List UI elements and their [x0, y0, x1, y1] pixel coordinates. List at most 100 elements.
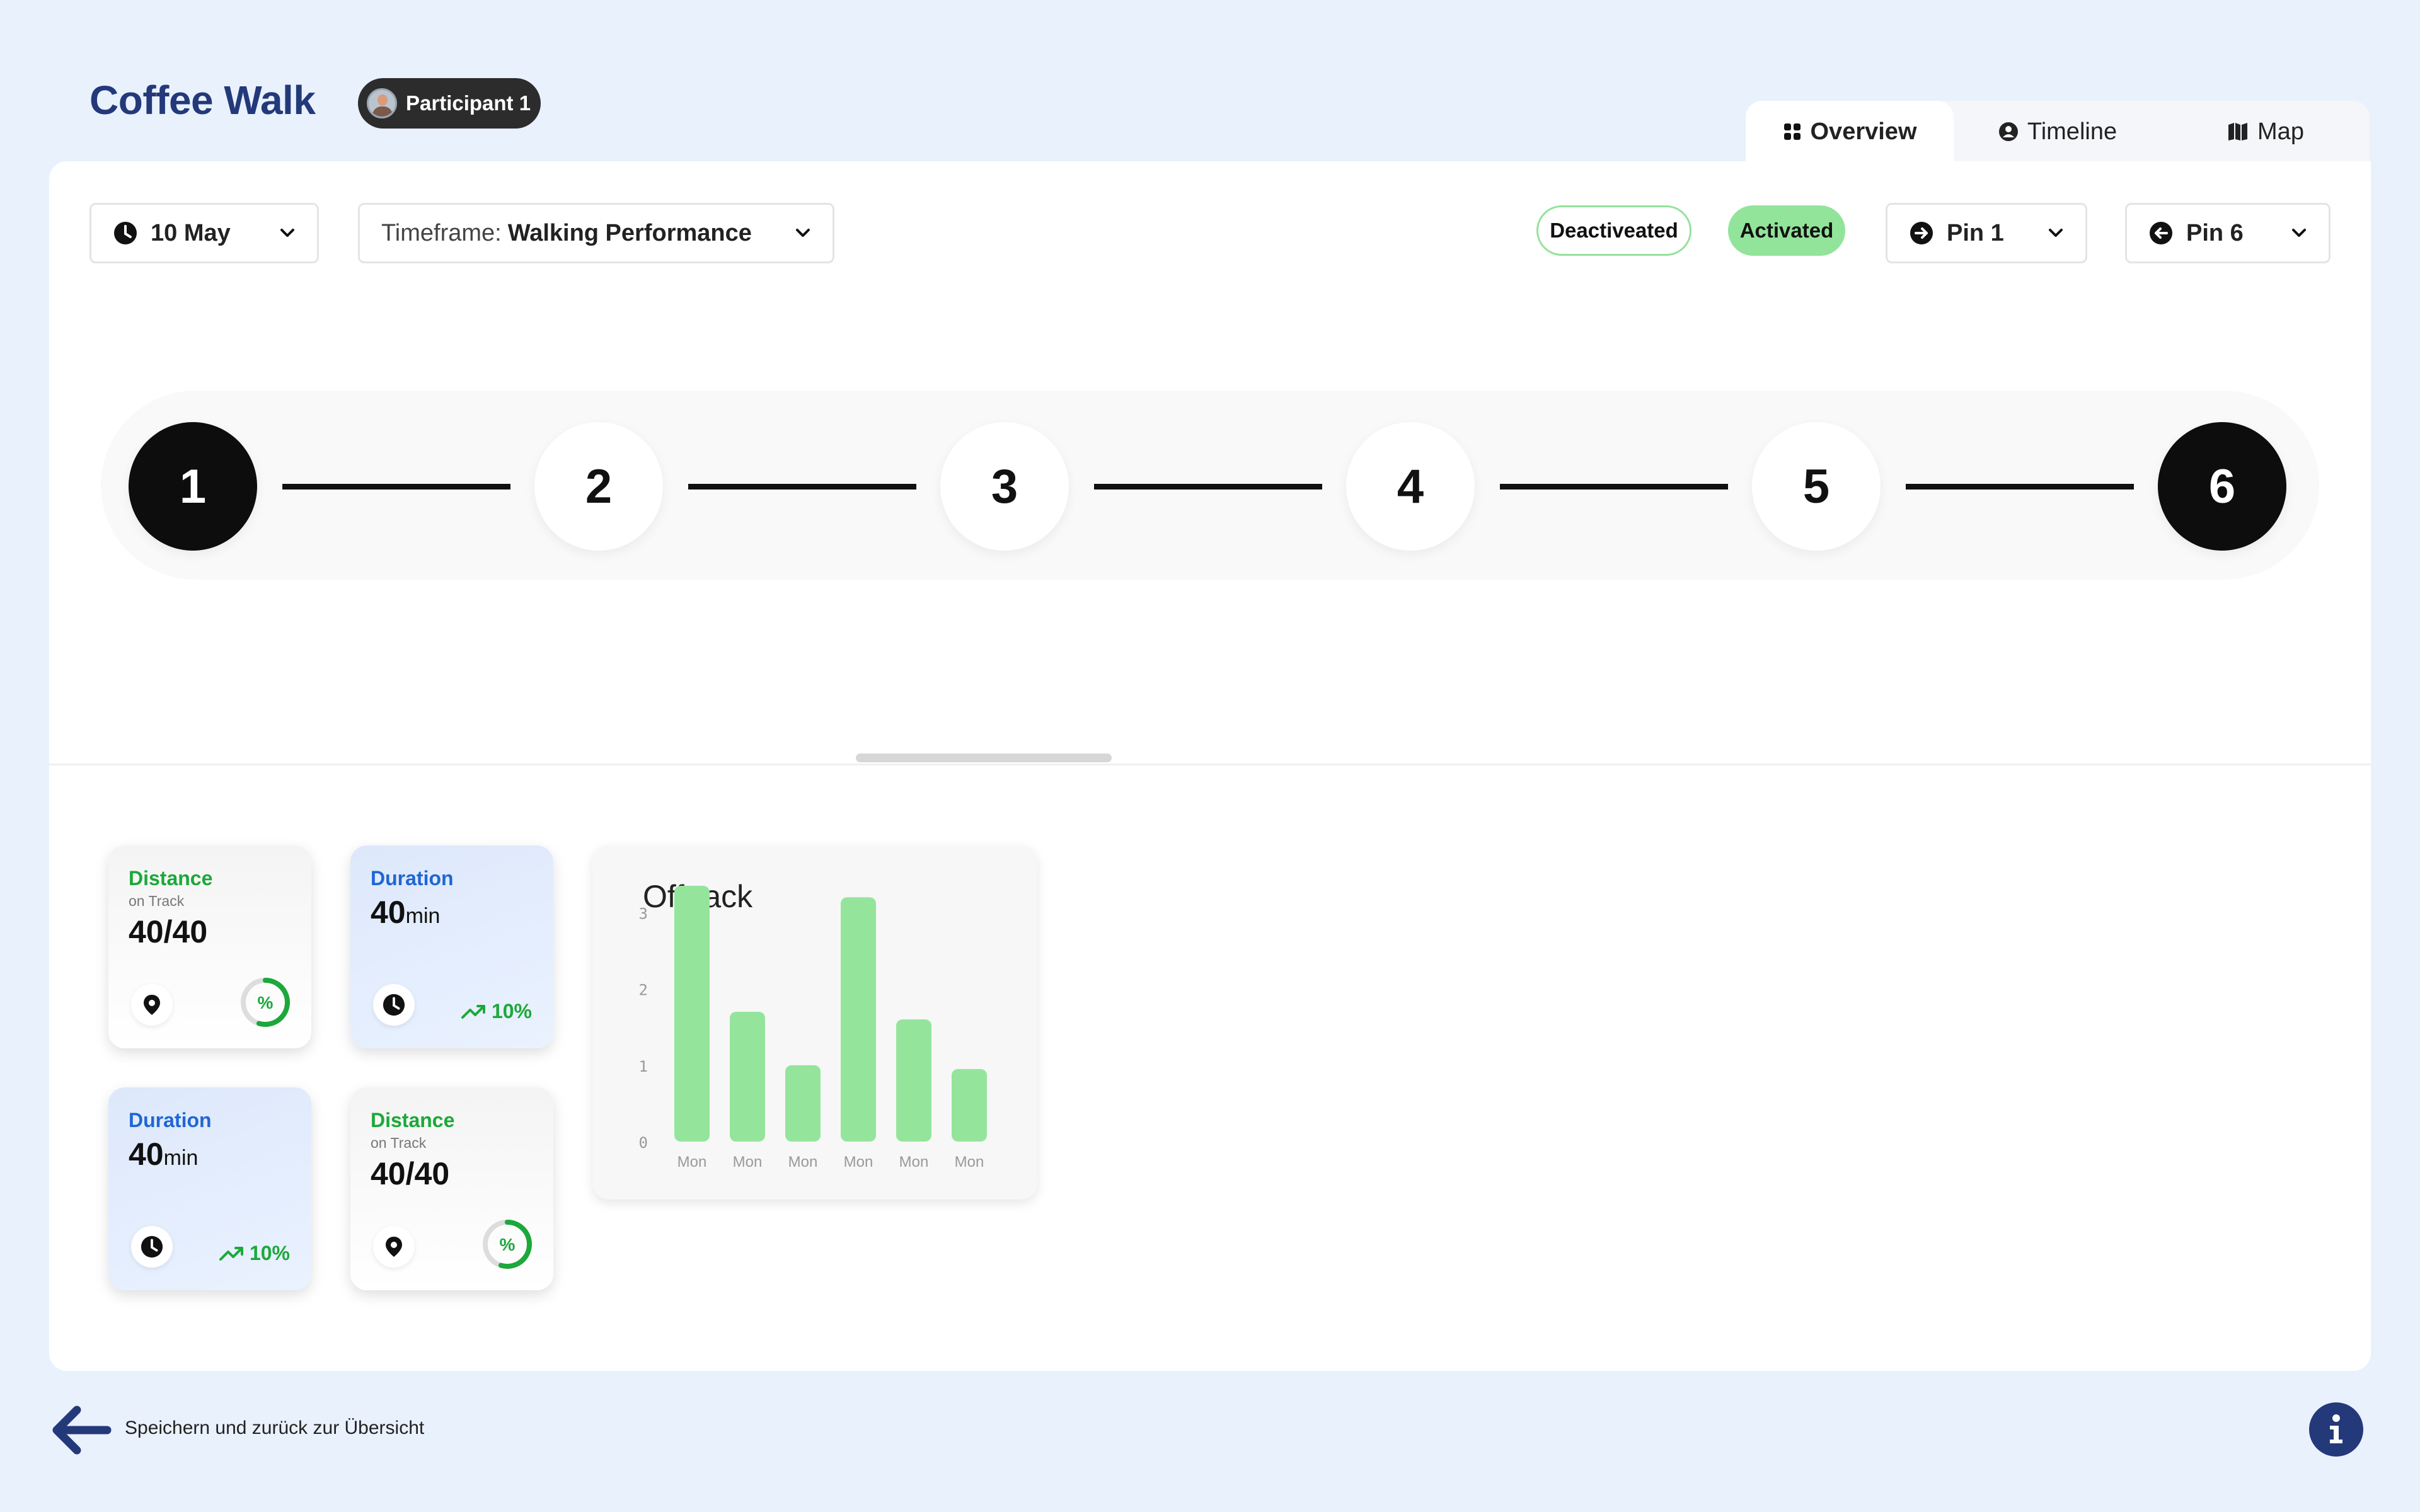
offtrack-chart-card: Offtrack 0123MonMonMonMonMonMon: [592, 845, 1037, 1200]
timeframe-value: Walking Performance: [507, 219, 752, 246]
chevron-down-icon: [796, 229, 810, 237]
back-arrow-icon[interactable]: [49, 1399, 112, 1462]
stat-subtitle: on Track: [371, 1135, 427, 1151]
tab-timeline[interactable]: Timeline: [1954, 101, 2162, 163]
main-panel: 10 May Timeframe: Walking Performance De…: [49, 161, 2371, 1371]
avatar: [367, 88, 397, 118]
pin-stepper: 1 2 3 4 5 6: [101, 391, 2319, 580]
view-tabs: Overview Timeline Map: [1746, 101, 2370, 163]
y-tick-label: 1: [639, 1058, 648, 1075]
x-tick-label: Mon: [788, 1154, 818, 1171]
pin-end-dropdown[interactable]: Pin 6: [2125, 203, 2331, 263]
section-divider: [49, 764, 2371, 765]
step-2[interactable]: 2: [534, 422, 663, 551]
y-tick-label: 3: [639, 905, 648, 922]
trend-indicator: 10%: [219, 1242, 290, 1265]
y-tick-label: 2: [639, 982, 648, 999]
user-circle-icon: [1998, 122, 2018, 141]
stat-title: Distance: [371, 1109, 455, 1131]
participant-chip[interactable]: Participant 1: [358, 78, 541, 129]
trend-indicator: 10%: [461, 1000, 532, 1023]
info-button[interactable]: [2309, 1402, 2363, 1457]
info-icon: [2330, 1414, 2342, 1443]
trend-value: 10%: [249, 1242, 290, 1264]
location-pin-icon: [131, 984, 173, 1026]
timeframe-dropdown[interactable]: Timeframe: Walking Performance: [358, 203, 834, 263]
stat-subtitle: on Track: [129, 893, 185, 909]
step-1[interactable]: 1: [129, 422, 257, 551]
stat-value: 40/40: [371, 1156, 450, 1191]
bar[interactable]: [785, 1065, 821, 1142]
distance-card[interactable]: Distance on Track 40/40 %: [108, 845, 311, 1048]
activated-toggle[interactable]: Activated: [1728, 205, 1845, 256]
offtrack-chart: 0 1 2 3 Mon Mon Mon Mon Mon Mon: [639, 886, 987, 1171]
duration-card[interactable]: Duration 40min 10%: [108, 1087, 311, 1290]
clock-icon: [131, 1226, 173, 1268]
step-connector: [1094, 484, 1322, 490]
timeframe-prefix: Timeframe:: [381, 219, 502, 246]
participant-name: Participant 1: [406, 91, 531, 115]
chevron-down-icon: [2292, 229, 2306, 237]
deactivated-toggle[interactable]: Deactiveated: [1536, 205, 1691, 256]
trend-value: 10%: [491, 1000, 532, 1022]
stat-title: Duration: [129, 1109, 212, 1131]
step-5[interactable]: 5: [1752, 422, 1881, 551]
arrow-right-circle-icon: [1910, 222, 1933, 244]
tab-overview-label: Overview: [1810, 118, 1917, 145]
trend-up-icon: [219, 1246, 243, 1261]
chevron-down-icon: [280, 229, 294, 237]
clock-icon: [114, 222, 137, 244]
resize-handle[interactable]: [856, 753, 1112, 762]
stat-title: Duration: [371, 867, 454, 890]
trend-up-icon: [461, 1004, 485, 1019]
step-connector: [1500, 484, 1728, 490]
stat-value-wrap: 40min: [371, 894, 533, 931]
y-tick-label: 0: [639, 1134, 648, 1152]
clock-icon: [373, 984, 415, 1026]
tab-map-label: Map: [2257, 118, 2304, 145]
stat-value-wrap: 40min: [129, 1136, 291, 1172]
bar[interactable]: [952, 1068, 987, 1142]
pin-end-value: Pin 6: [2186, 219, 2244, 246]
bar[interactable]: [896, 1019, 931, 1142]
step-connector: [1906, 484, 2134, 490]
location-pin-icon: [373, 1226, 415, 1268]
x-tick-label: Mon: [677, 1154, 707, 1171]
grid-icon: [1783, 123, 1801, 140]
stat-value: 40: [129, 1137, 164, 1172]
chevron-down-icon: [2049, 229, 2063, 237]
back-label[interactable]: Speichern und zurück zur Übersicht: [125, 1418, 424, 1439]
progress-ring: %: [241, 978, 290, 1027]
x-tick-label: Mon: [844, 1154, 873, 1171]
step-4[interactable]: 4: [1346, 422, 1475, 551]
pin-start-value: Pin 1: [1947, 219, 2004, 246]
ring-label: %: [500, 1235, 516, 1254]
x-tick-label: Mon: [955, 1154, 984, 1171]
x-tick-label: Mon: [899, 1154, 929, 1171]
stat-value: 40/40: [129, 914, 208, 949]
stat-unit: min: [163, 1146, 199, 1170]
app-title: Coffee Walk: [89, 77, 316, 123]
stat-title: Distance: [129, 867, 213, 890]
step-6[interactable]: 6: [2158, 422, 2286, 551]
duration-card[interactable]: Duration 40min 10%: [350, 845, 553, 1048]
bar[interactable]: [674, 886, 710, 1142]
bar[interactable]: [841, 897, 876, 1142]
pin-start-dropdown[interactable]: Pin 1: [1886, 203, 2087, 263]
tab-timeline-label: Timeline: [2027, 118, 2118, 145]
ring-label: %: [258, 993, 274, 1012]
map-icon: [2228, 123, 2248, 140]
progress-ring: %: [483, 1220, 532, 1269]
distance-card[interactable]: Distance on Track 40/40 %: [350, 1087, 553, 1290]
stat-value: 40: [371, 895, 406, 930]
tab-overview[interactable]: Overview: [1746, 101, 1954, 163]
tab-map[interactable]: Map: [2162, 101, 2370, 163]
date-value: 10 May: [151, 219, 231, 246]
step-connector: [282, 484, 510, 490]
bar[interactable]: [730, 1012, 765, 1142]
x-tick-label: Mon: [733, 1154, 763, 1171]
date-dropdown[interactable]: 10 May: [89, 203, 319, 263]
arrow-left-circle-icon: [2150, 222, 2172, 244]
step-3[interactable]: 3: [940, 422, 1069, 551]
step-connector: [688, 484, 916, 490]
